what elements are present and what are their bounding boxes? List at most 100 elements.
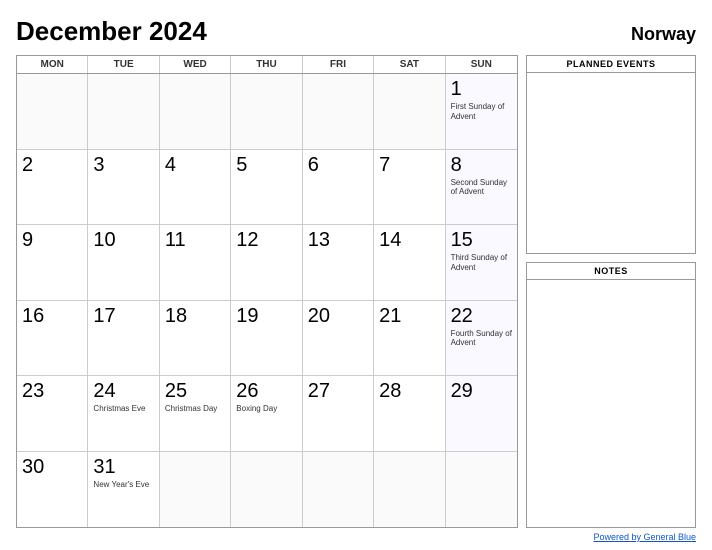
calendar-cell: 23 bbox=[17, 376, 88, 452]
calendar-cell bbox=[88, 74, 159, 150]
country-label: Norway bbox=[631, 24, 696, 45]
calendar-cell: 7 bbox=[374, 150, 445, 226]
footer: Powered by General Blue bbox=[16, 532, 696, 542]
cell-number: 20 bbox=[308, 305, 330, 327]
notes-box: NOTES bbox=[526, 262, 696, 528]
cell-number: 3 bbox=[93, 154, 104, 176]
calendar-cell: 30 bbox=[17, 452, 88, 528]
notes-title: NOTES bbox=[527, 263, 695, 280]
calendar-cell: 12 bbox=[231, 225, 302, 301]
calendar-cell bbox=[374, 452, 445, 528]
calendar-cell: 11 bbox=[160, 225, 231, 301]
cell-number: 21 bbox=[379, 305, 401, 327]
calendar-cell: 22 Fourth Sunday of Advent bbox=[446, 301, 517, 377]
cell-number: 4 bbox=[165, 154, 176, 176]
calendar-cell: 28 bbox=[374, 376, 445, 452]
cell-number: 23 bbox=[22, 380, 44, 402]
cell-number: 6 bbox=[308, 154, 319, 176]
cell-number: 27 bbox=[308, 380, 330, 402]
cell-event: Third Sunday of Advent bbox=[451, 253, 512, 272]
cell-number: 12 bbox=[236, 229, 258, 251]
cell-number: 13 bbox=[308, 229, 330, 251]
cell-number: 14 bbox=[379, 229, 401, 251]
notes-content bbox=[527, 280, 695, 527]
calendar-cell bbox=[231, 74, 302, 150]
day-header: TUE bbox=[88, 56, 159, 73]
cell-number: 31 bbox=[93, 456, 115, 478]
calendar-cell: 13 bbox=[303, 225, 374, 301]
calendar-cell: 4 bbox=[160, 150, 231, 226]
calendar-cell: 8 Second Sunday of Advent bbox=[446, 150, 517, 226]
cell-number: 7 bbox=[379, 154, 390, 176]
cell-number: 24 bbox=[93, 380, 115, 402]
cell-number: 28 bbox=[379, 380, 401, 402]
sidebar: PLANNED EVENTS NOTES bbox=[526, 55, 696, 528]
calendar-cell bbox=[303, 452, 374, 528]
calendar-cell: 17 bbox=[88, 301, 159, 377]
calendar-cell: 27 bbox=[303, 376, 374, 452]
calendar-cell: 20 bbox=[303, 301, 374, 377]
calendar-cell bbox=[231, 452, 302, 528]
calendar-cell: 2 bbox=[17, 150, 88, 226]
calendar-cell: 3 bbox=[88, 150, 159, 226]
cell-number: 17 bbox=[93, 305, 115, 327]
calendar-cell bbox=[17, 74, 88, 150]
calendar-cell: 21 bbox=[374, 301, 445, 377]
cell-event: Christmas Day bbox=[165, 404, 217, 414]
planned-events-content bbox=[527, 73, 695, 253]
calendar-grid: 1First Sunday of Advent2345678Second Sun… bbox=[17, 74, 517, 527]
cell-number: 1 bbox=[451, 78, 462, 100]
header: December 2024 Norway bbox=[16, 16, 696, 47]
day-header: FRI bbox=[303, 56, 374, 73]
cell-number: 2 bbox=[22, 154, 33, 176]
calendar-cell bbox=[374, 74, 445, 150]
cell-number: 26 bbox=[236, 380, 258, 402]
cell-number: 16 bbox=[22, 305, 44, 327]
cell-number: 8 bbox=[451, 154, 462, 176]
calendar-cell bbox=[303, 74, 374, 150]
day-header: WED bbox=[160, 56, 231, 73]
cell-number: 18 bbox=[165, 305, 187, 327]
calendar-cell: 14 bbox=[374, 225, 445, 301]
cell-number: 11 bbox=[165, 229, 186, 251]
cell-number: 19 bbox=[236, 305, 258, 327]
cell-number: 10 bbox=[93, 229, 115, 251]
page: December 2024 Norway MONTUEWEDTHUFRISATS… bbox=[0, 0, 712, 550]
cell-event: Boxing Day bbox=[236, 404, 277, 414]
calendar-cell: 18 bbox=[160, 301, 231, 377]
cell-event: Fourth Sunday of Advent bbox=[451, 329, 512, 348]
cell-number: 30 bbox=[22, 456, 44, 478]
cell-event: Second Sunday of Advent bbox=[451, 178, 512, 197]
calendar-cell bbox=[446, 452, 517, 528]
calendar-cell: 5 bbox=[231, 150, 302, 226]
calendar-cell: 16 bbox=[17, 301, 88, 377]
cell-number: 22 bbox=[451, 305, 473, 327]
calendar-cell bbox=[160, 74, 231, 150]
calendar-cell bbox=[160, 452, 231, 528]
calendar-cell: 26 Boxing Day bbox=[231, 376, 302, 452]
cell-number: 25 bbox=[165, 380, 187, 402]
cell-number: 29 bbox=[451, 380, 473, 402]
cell-number: 15 bbox=[451, 229, 473, 251]
cell-number: 9 bbox=[22, 229, 33, 251]
calendar-cell: 10 bbox=[88, 225, 159, 301]
day-header: SUN bbox=[446, 56, 517, 73]
calendar-cell: 29 bbox=[446, 376, 517, 452]
calendar-cell: 31New Year's Eve bbox=[88, 452, 159, 528]
day-headers: MONTUEWEDTHUFRISATSUN bbox=[17, 56, 517, 74]
calendar-cell: 24Christmas Eve bbox=[88, 376, 159, 452]
calendar: MONTUEWEDTHUFRISATSUN 1First Sunday of A… bbox=[16, 55, 518, 528]
calendar-cell: 25 Christmas Day bbox=[160, 376, 231, 452]
day-header: SAT bbox=[374, 56, 445, 73]
day-header: MON bbox=[17, 56, 88, 73]
day-header: THU bbox=[231, 56, 302, 73]
footer-link[interactable]: Powered by General Blue bbox=[593, 532, 696, 542]
main-content: MONTUEWEDTHUFRISATSUN 1First Sunday of A… bbox=[16, 55, 696, 528]
planned-events-title: PLANNED EVENTS bbox=[527, 56, 695, 73]
cell-number: 5 bbox=[236, 154, 247, 176]
planned-events-box: PLANNED EVENTS bbox=[526, 55, 696, 254]
calendar-cell: 19 bbox=[231, 301, 302, 377]
calendar-cell: 9 bbox=[17, 225, 88, 301]
calendar-cell: 15 Third Sunday of Advent bbox=[446, 225, 517, 301]
calendar-cell: 6 bbox=[303, 150, 374, 226]
